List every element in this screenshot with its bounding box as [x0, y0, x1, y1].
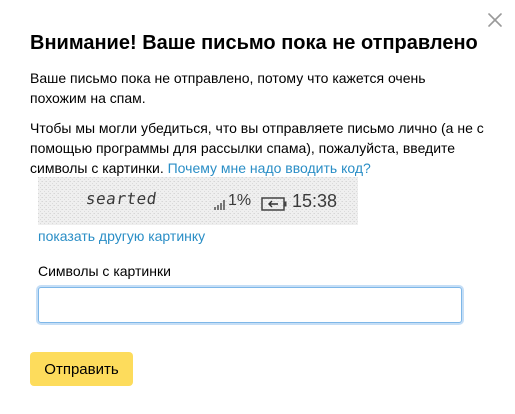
dialog-title: Внимание! Ваше письмо пока не отправлено — [30, 32, 478, 54]
captcha-field-label: Символы с картинки — [38, 263, 171, 279]
captcha-signal-percent: 1% — [228, 192, 252, 209]
spam-warning-dialog: Внимание! Ваше письмо пока не отправлено… — [0, 0, 515, 414]
spam-explanation-text: Ваше письмо пока не отправлено, потому ч… — [30, 70, 426, 106]
show-another-picture-link[interactable]: показать другую картинку — [38, 228, 205, 244]
captcha-instructions: Чтобы мы могли убедиться, что вы отправл… — [30, 118, 485, 178]
close-button[interactable] — [485, 10, 505, 30]
captcha-input[interactable] — [38, 287, 462, 323]
captcha-image: searted 1% 15:38 — [38, 177, 358, 225]
why-enter-code-link[interactable]: Почему мне надо вводить код? — [168, 160, 371, 176]
send-button[interactable]: Отправить — [30, 352, 133, 386]
close-icon — [488, 13, 502, 27]
captcha-time: 15:38 — [292, 191, 338, 211]
captcha-word: searted — [84, 189, 159, 208]
